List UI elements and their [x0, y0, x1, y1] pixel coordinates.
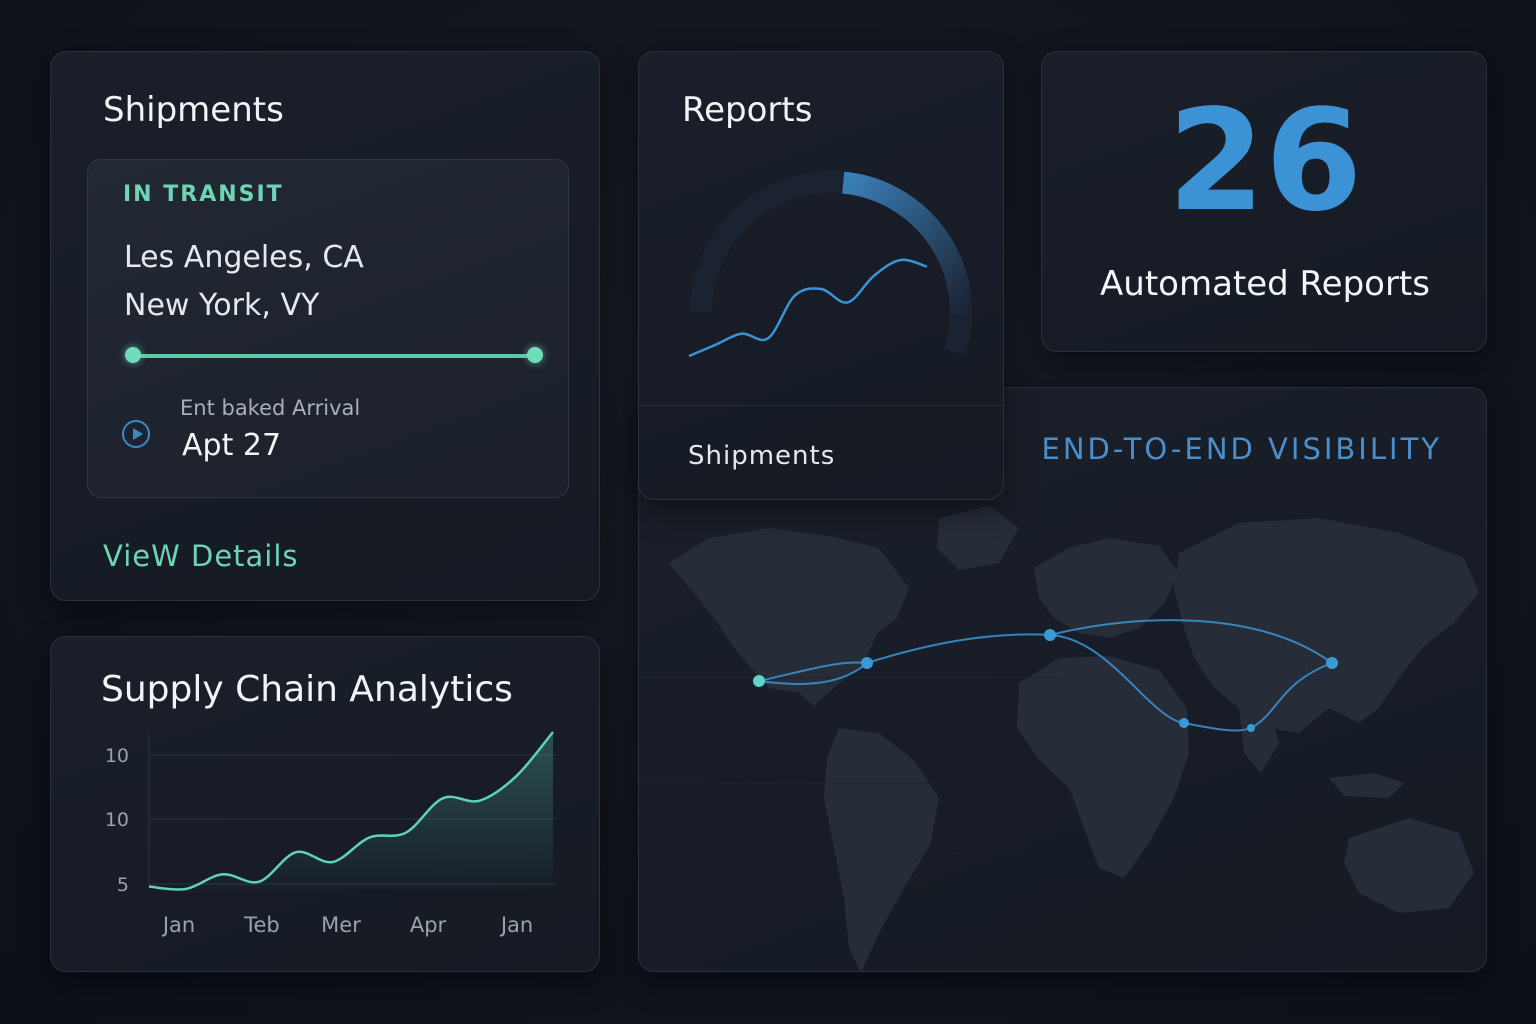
south-america-shape	[824, 728, 939, 971]
route-progress-track	[133, 354, 535, 358]
route-ny-europe	[866, 633, 1051, 664]
y-tick-label: 10	[105, 809, 129, 831]
view-details-link[interactable]: VieW Details	[103, 539, 299, 573]
x-tick-label: Jan	[499, 913, 533, 937]
continents	[669, 506, 1479, 971]
eta-label: Ent baked Arrival	[180, 396, 361, 420]
analytics-card: Supply Chain Analytics 10 10 5 Jan Teb Mer Apr…	[50, 636, 600, 972]
shipments-card: Shipments IN TRANSIT Les Angeles, CA New…	[50, 51, 600, 601]
north-america-shape	[669, 528, 909, 706]
indonesia-shape	[1329, 773, 1404, 798]
automated-reports-card: 26 Automated Reports	[1041, 51, 1487, 352]
x-tick-label: Teb	[243, 913, 280, 937]
ring-progress	[841, 171, 972, 316]
node-india	[1247, 724, 1255, 732]
asia-shape	[1174, 518, 1479, 733]
reports-divider	[639, 405, 1005, 406]
reports-footer-label: Shipments	[688, 441, 836, 471]
y-tick-label: 5	[117, 874, 129, 896]
reports-series-line	[688, 258, 928, 358]
eta-value: Apt 27	[182, 428, 282, 463]
node-middle-east	[1179, 718, 1189, 728]
greenland-shape	[937, 506, 1019, 570]
origin-city: Les Angeles, CA	[124, 240, 364, 275]
africa-shape	[1017, 656, 1189, 878]
reports-chart	[688, 171, 972, 358]
node-new-york	[861, 657, 873, 669]
play-circle-icon[interactable]	[122, 420, 150, 448]
australia-shape	[1344, 818, 1474, 913]
x-tick-label: Mer	[321, 913, 361, 937]
map-heading: END-TO-END VISIBILITY	[1041, 432, 1442, 466]
node-europe	[1044, 629, 1056, 641]
automated-reports-label: Automated Reports	[1100, 264, 1430, 304]
route-start-dot	[125, 347, 141, 363]
area-fill	[149, 732, 553, 890]
status-badge: IN TRANSIT	[123, 182, 284, 207]
destination-city: New York, VY	[124, 288, 320, 323]
analytics-chart: 10 10 5 Jan Teb Mer Apr Jan	[105, 731, 556, 937]
x-tick-label: Apr	[410, 913, 447, 937]
europe-shape	[1034, 538, 1179, 638]
node-los-angeles	[753, 675, 765, 687]
shipments-title: Shipments	[103, 90, 284, 130]
shipment-detail-panel[interactable]: IN TRANSIT Les Angeles, CA New York, VY …	[87, 159, 569, 498]
node-east-asia	[1326, 657, 1338, 669]
route-end-dot	[527, 347, 543, 363]
automated-reports-count: 26	[1167, 80, 1363, 243]
y-tick-label: 10	[105, 745, 129, 767]
x-tick-label: Jan	[161, 913, 195, 937]
dashboard: Shipments IN TRANSIT Les Angeles, CA New…	[0, 0, 1536, 1024]
reports-card[interactable]: Reports Shipments	[638, 51, 1005, 500]
